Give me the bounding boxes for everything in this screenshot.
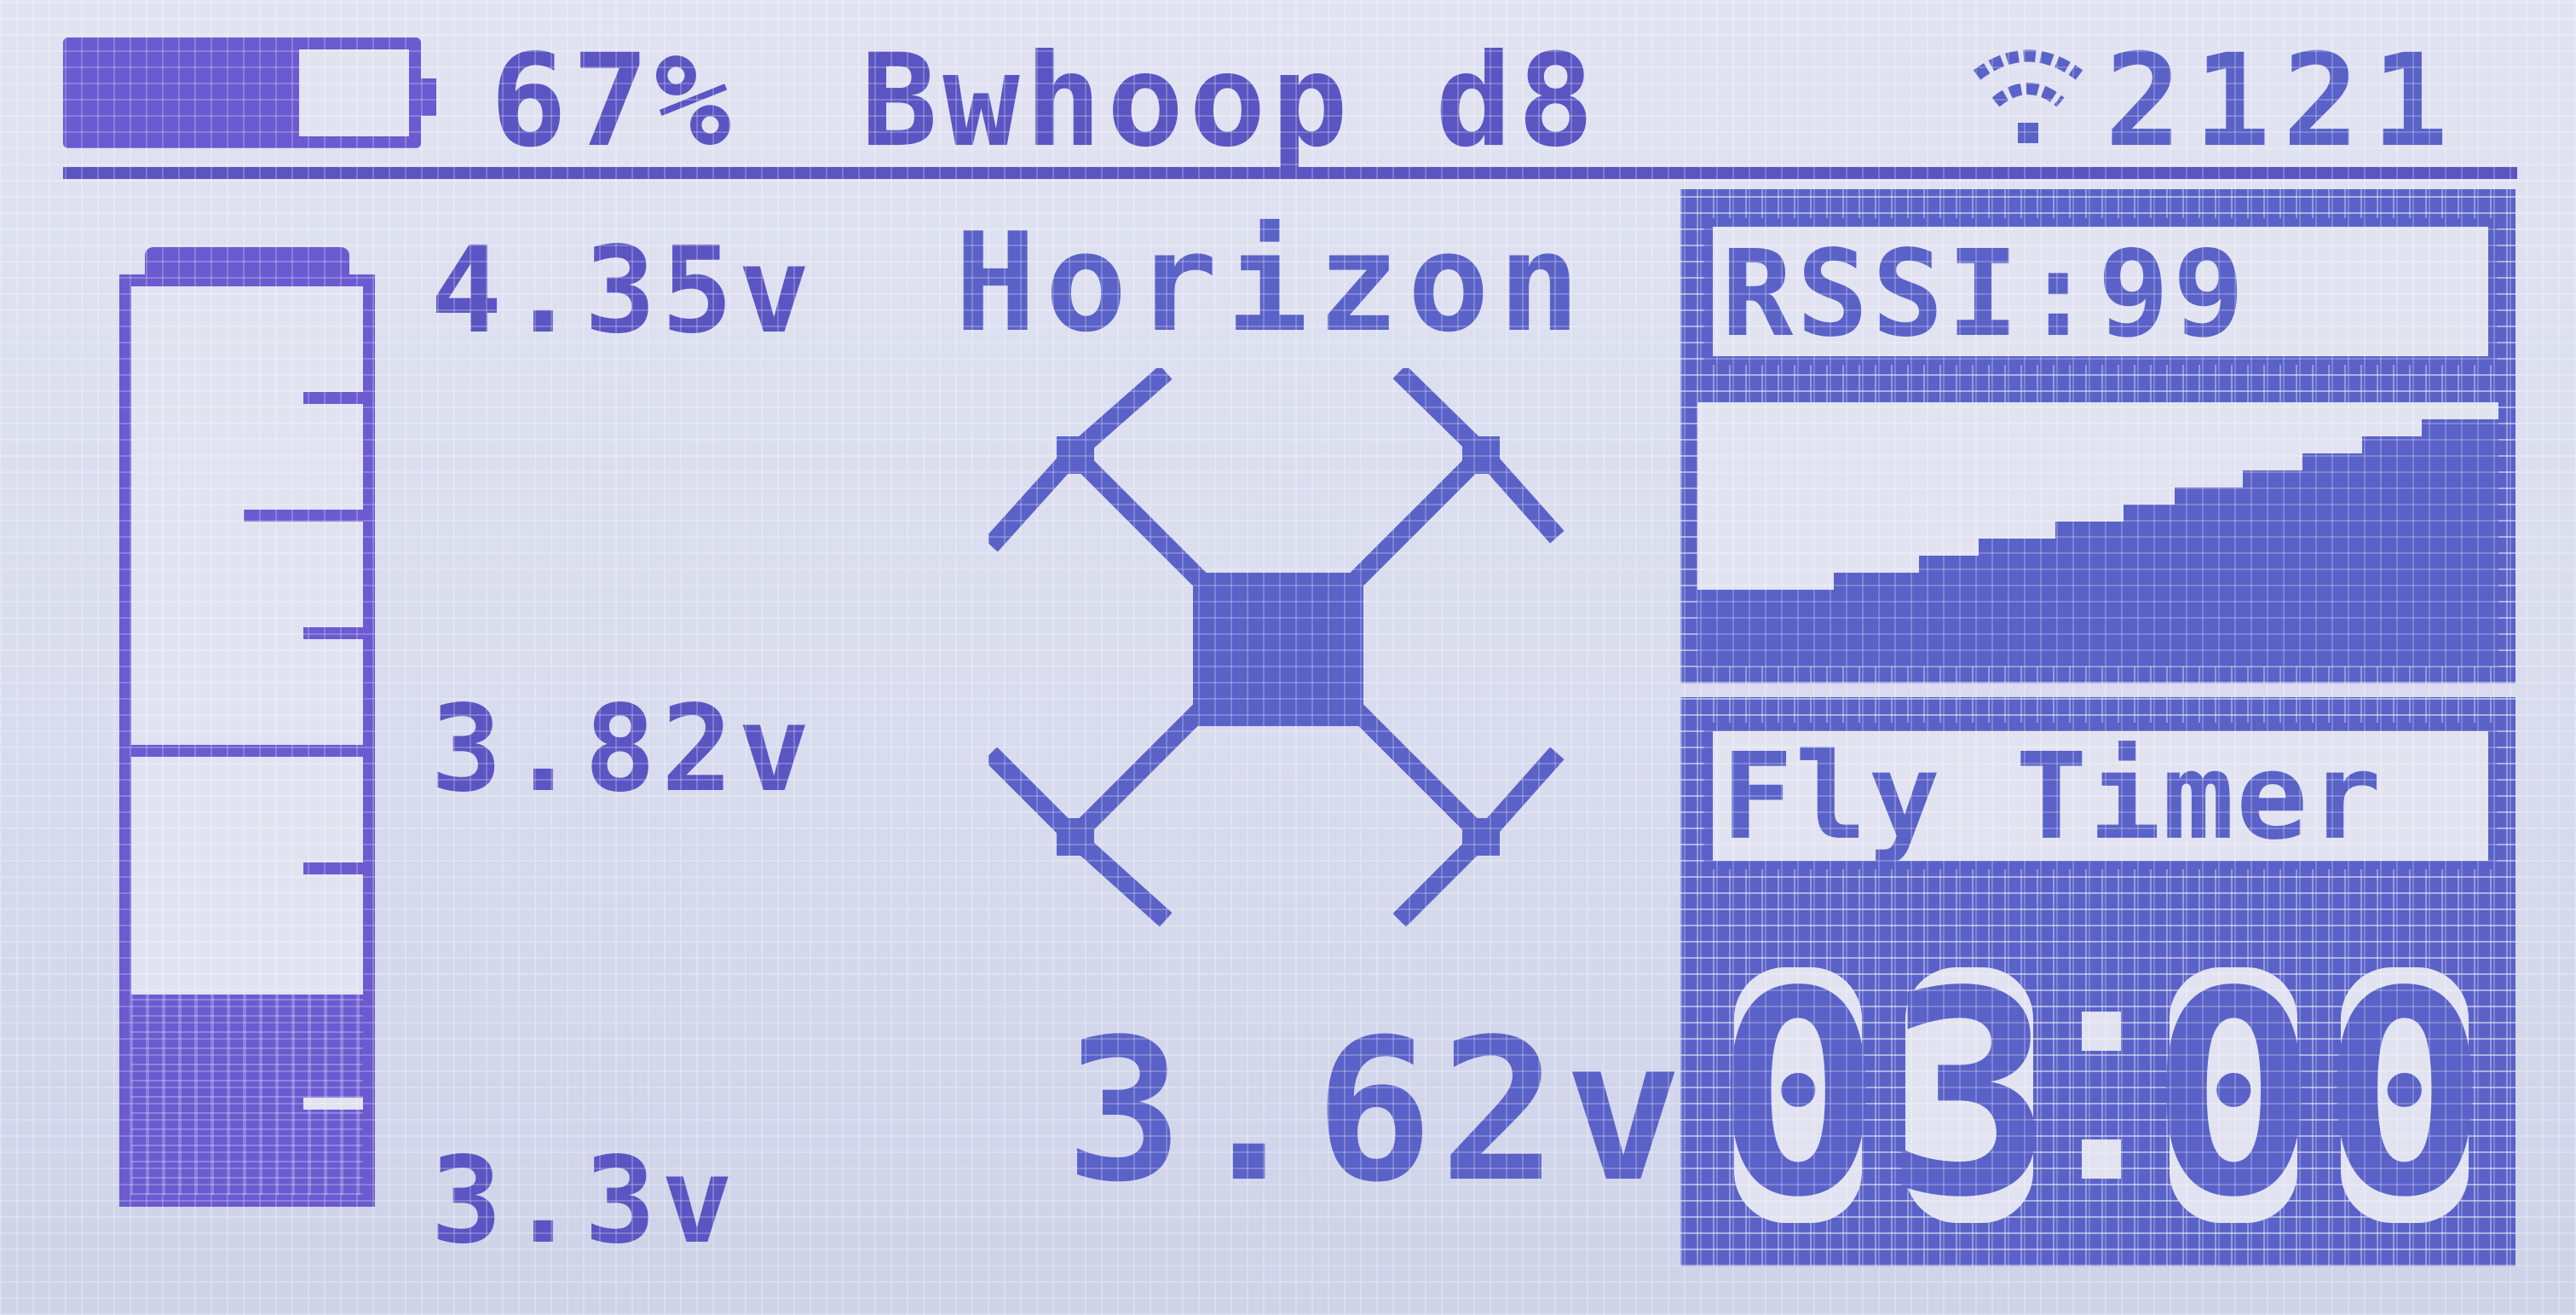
timer-display: 0 3 0 0: [1713, 955, 2490, 1236]
flight-mode: Horizon: [954, 203, 1589, 362]
timer-digit: 3: [1884, 931, 2054, 1259]
gauge-tick: [303, 627, 363, 639]
gauge-tick: [244, 980, 363, 992]
signal-wifi-icon: [1973, 49, 2083, 143]
voltage-gauge: [119, 274, 375, 1207]
rssi-graph: [1697, 402, 2498, 666]
voltage-gauge-level: [131, 995, 363, 1195]
gauge-tick: [303, 392, 363, 404]
voltage-min-label: 3.3v: [430, 1132, 739, 1271]
timer-colon: [2076, 967, 2127, 1223]
timer-digit: 0: [1713, 931, 1883, 1259]
voltage-max-label: 4.35v: [430, 222, 815, 360]
timer-digit: 0: [2149, 931, 2319, 1259]
voltage-mid-label: 3.82v: [430, 680, 815, 819]
quadcopter-icon: [988, 368, 1565, 927]
current-voltage: 3.62v: [1065, 998, 1690, 1226]
battery-terminal: [418, 78, 436, 116]
battery-fill: [75, 49, 299, 136]
battery-percent: 67%: [490, 27, 736, 176]
gauge-tick: [303, 1098, 363, 1110]
gauge-tick: [244, 510, 363, 522]
gauge-tick: [131, 745, 363, 757]
battery-icon: [63, 37, 436, 148]
timer-label: Fly Timer: [1721, 728, 2383, 867]
timer-digit: 0: [2320, 931, 2490, 1259]
lcd-screen: 67% Bwhoop d8 2121 4.35v 3.82v 3.3v Hori…: [0, 0, 2576, 1315]
model-name: Bwhoop d8: [861, 27, 1599, 176]
header-divider: [63, 167, 2517, 179]
gauge-tick: [303, 862, 363, 874]
rssi-label: RSSI:99: [1721, 225, 2249, 364]
signal-value: 2121: [2105, 27, 2461, 176]
